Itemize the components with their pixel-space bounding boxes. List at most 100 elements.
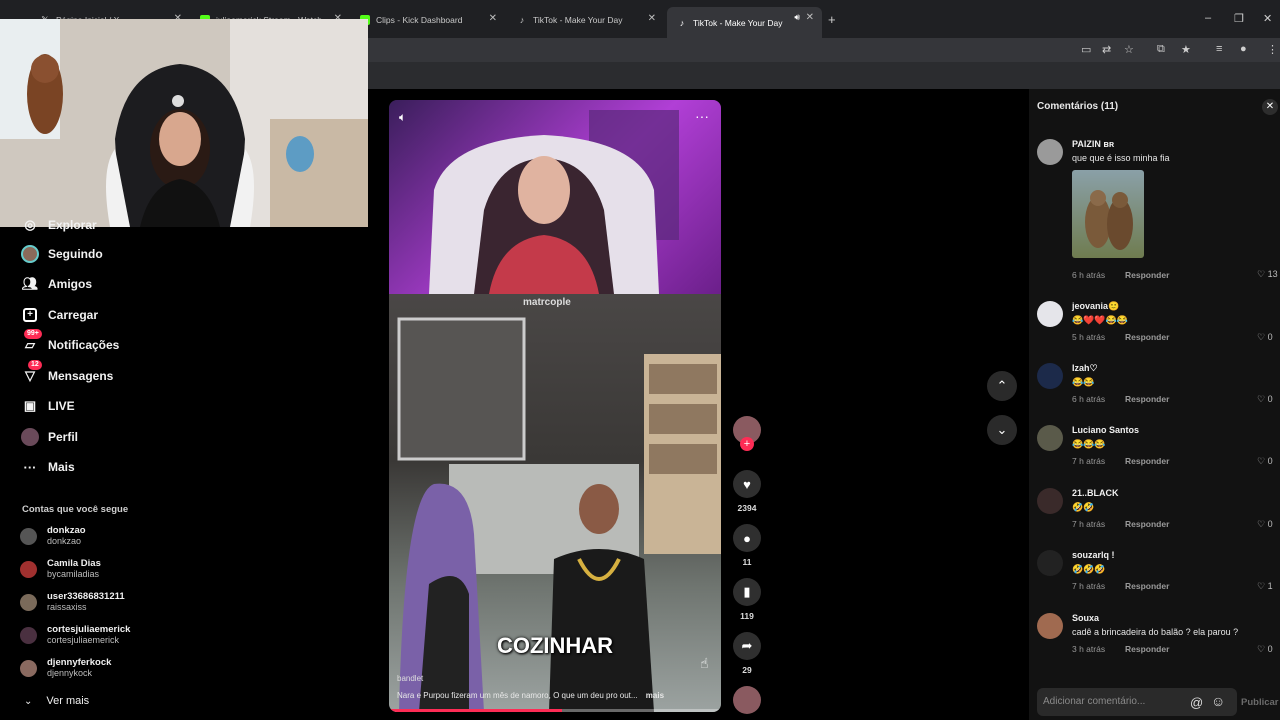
comment-time: 6 h atrás [1072,270,1106,280]
creator-avatar[interactable]: + [733,416,761,451]
comment-user[interactable]: PAIZIN ʙʀ [1072,139,1114,149]
comment-like[interactable]: ♡ 1 [1257,581,1273,592]
comment-user[interactable]: Souxa [1072,613,1099,623]
notification-badge: 99+ [24,329,42,339]
marmots-image [1085,190,1133,250]
profile-icon[interactable]: ● [1240,43,1247,55]
avatar[interactable] [1037,613,1063,639]
reply-button[interactable]: Responder [1125,270,1169,280]
music-disc-icon [733,686,761,714]
avatar[interactable] [1037,488,1063,514]
reply-button[interactable]: Responder [1125,581,1169,591]
followed-account[interactable]: donkzao donkzao [20,525,86,547]
sound-avatar[interactable] [733,686,761,714]
reply-button[interactable]: Responder [1125,644,1169,654]
translate-icon[interactable]: ⇄ [1102,43,1111,56]
reply-button[interactable]: Responder [1125,456,1169,466]
comment-button[interactable]: ● 11 [733,524,761,567]
extension-icon[interactable]: ⧉ [1157,43,1165,56]
tab-title: TikTok - Make Your Day [693,17,783,28]
reply-button[interactable]: Responder [1125,332,1169,342]
see-more-link[interactable]: ⌄ Ver mais [24,695,89,707]
account-name: user33686831211 [47,591,125,602]
speaker-icon[interactable]: 🔊︎ [794,12,800,23]
sidebar-item-perfil[interactable]: Perfil [20,427,78,447]
sidebar-item-mais[interactable]: ··· Mais [20,457,75,477]
new-tab-button[interactable]: + [828,12,836,27]
comment-user[interactable]: jeovania🙂 [1072,301,1119,312]
close-tab-icon[interactable]: ✕ [489,13,497,24]
chevron-up-icon: ⌃ [996,378,1008,393]
followed-account[interactable]: cortesjuliaemerick cortesjuliaemerick [20,624,130,646]
avatar[interactable] [1037,363,1063,389]
emoji-icon[interactable]: ☺ [1211,693,1225,709]
comment-like[interactable]: ♡ 0 [1257,394,1273,405]
menu-kebab-icon[interactable]: ⋮ [1267,43,1278,56]
comment-user[interactable]: Luciano Santos [1072,425,1139,435]
share-button[interactable]: ➦ 29 [733,632,761,675]
bookmark-star-icon[interactable]: ★ [1181,43,1191,56]
sidebar-item-live[interactable]: ▣ LIVE [20,396,75,416]
reply-button[interactable]: Responder [1125,519,1169,529]
comment-user[interactable]: souzarlq ! [1072,550,1115,560]
close-window-button[interactable]: ✕ [1263,12,1272,25]
comment-like[interactable]: ♡ 0 [1257,644,1273,655]
close-comments-icon[interactable]: ✕ [1262,99,1278,115]
sidebar-item-label: Notificações [48,338,120,352]
publish-button[interactable]: Publicar [1241,697,1279,708]
mouse-cursor-icon: ☝︎ [700,655,709,671]
comment-user[interactable]: 21..BLACK [1072,488,1119,498]
video-author[interactable]: bandlet [397,674,423,683]
sidebar-item-seguindo[interactable]: Seguindo [20,244,103,264]
star-icon[interactable]: ☆ [1124,43,1134,56]
comment-like[interactable]: ♡ 0 [1257,519,1273,530]
followed-account[interactable]: djennyferkock djennykock [20,657,111,679]
like-button[interactable]: ♥ 2394 [733,470,761,513]
followed-account[interactable]: Camila Dias bycamiladias [20,558,101,580]
mention-icon[interactable]: @ [1190,695,1203,710]
save-button[interactable]: ▮ 119 [733,578,761,621]
sidebar-item-explorar[interactable]: ◎ Explorar [20,215,96,235]
next-video-button[interactable]: ⌄ [987,415,1017,445]
comment-text: cadê a brincadeira do balão ? ela parou … [1072,627,1239,637]
more-link[interactable]: mais [646,691,664,700]
video-player[interactable]: 🔈︎ ··· matrcople COZINHAR bandlet Nara e… [389,100,721,712]
cast-icon[interactable]: ▭ [1081,43,1091,56]
reply-button[interactable]: Responder [1125,394,1169,404]
close-tab-icon[interactable]: ✕ [648,13,656,24]
following-accounts-title: Contas que você segue [22,504,129,515]
minimize-button[interactable]: – [1205,12,1211,24]
follow-plus-icon[interactable]: + [740,437,754,451]
comment-like[interactable]: ♡ 0 [1257,456,1273,467]
avatar[interactable] [1037,425,1063,451]
account-name: cortesjuliaemerick [47,624,131,635]
avatar[interactable] [1037,139,1063,165]
comment-user[interactable]: Izah♡ [1072,363,1098,374]
media-icon[interactable]: ≡ [1216,43,1222,55]
share-count: 29 [742,665,752,675]
tab-tiktok-1[interactable]: ♪ TikTok - Make Your Day ✕ [507,8,664,32]
sidebar-item-notificacoes[interactable]: ▱ 99+ Notificações [20,329,120,355]
sidebar-item-amigos[interactable]: 👥︎ Amigos [20,274,92,294]
sidebar-item-carregar[interactable]: + Carregar [20,305,98,325]
close-tab-icon[interactable]: ✕ [806,12,814,23]
followed-account[interactable]: user33686831211 raissaxiss [20,591,125,613]
comment-image[interactable] [1072,170,1144,258]
comment-like[interactable]: ♡ 0 [1257,332,1273,343]
tab-tiktok-active[interactable]: ♪ TikTok - Make Your Day 🔊︎ ✕ [667,7,822,38]
tab-kick-clips[interactable]: Clips - Kick Dashboard ✕ [350,8,505,32]
comment-count: 11 [742,557,752,567]
avatar[interactable] [1037,550,1063,576]
maximize-button[interactable]: ❐ [1234,12,1244,25]
comment-input[interactable]: Adicionar comentário... [1037,688,1237,716]
sidebar-item-mensagens[interactable]: ▽ 12 Mensagens [20,360,113,386]
comment-text: 😂😂😂 [1072,439,1106,449]
comment-item: souzarlq ! 🤣🤣🤣 7 h atrás Responder ♡ 1 [1037,550,1280,595]
avatar[interactable] [1037,301,1063,327]
more-options-icon[interactable]: ··· [695,108,709,124]
video-progress-bar[interactable] [389,709,721,712]
mute-icon[interactable]: 🔈︎ [399,110,406,125]
previous-video-button[interactable]: ⌃ [987,371,1017,401]
description-text: Nara e Purpou fizeram um mês de namoro, … [397,691,638,700]
comment-like[interactable]: ♡ 13 [1257,269,1278,280]
